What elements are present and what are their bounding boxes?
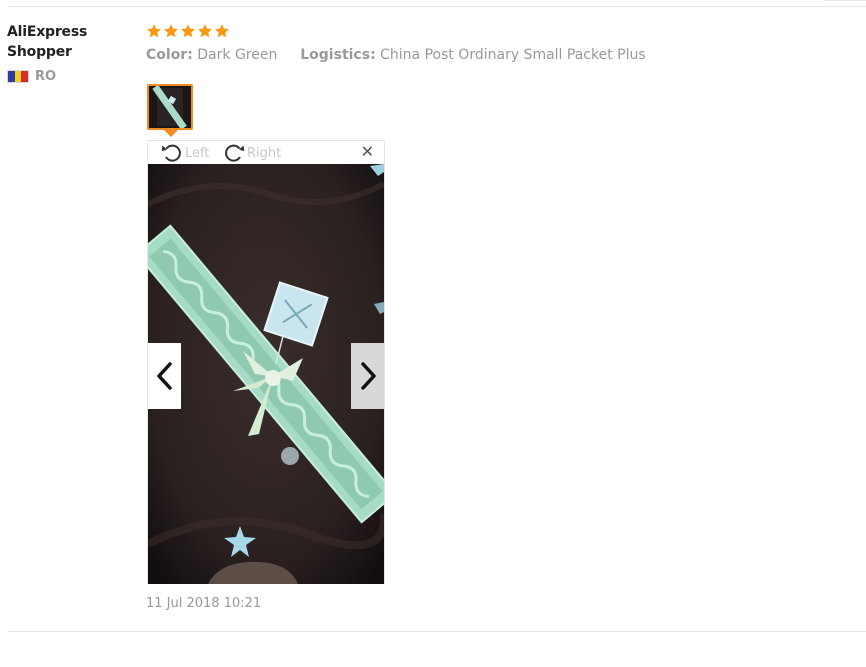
logistics-label: Logistics: bbox=[300, 47, 376, 63]
color-label: Color: bbox=[146, 47, 193, 63]
viewer-toolbar: Left Right ✕ bbox=[148, 141, 384, 164]
star-icon bbox=[181, 24, 195, 38]
chevron-right-icon bbox=[360, 362, 376, 390]
rotate-right-label: Right bbox=[247, 145, 282, 161]
top-divider-short bbox=[824, 0, 866, 1]
thumbnail-image bbox=[149, 86, 191, 128]
romania-flag-icon bbox=[7, 69, 29, 83]
next-photo-button[interactable] bbox=[351, 343, 384, 409]
country-code: RO bbox=[35, 68, 57, 84]
reviewer-country: RO bbox=[7, 67, 127, 85]
rotate-left-icon bbox=[161, 144, 181, 162]
star-icon bbox=[198, 24, 212, 38]
star-icon bbox=[164, 24, 178, 38]
top-divider bbox=[8, 6, 866, 7]
previous-photo-button[interactable] bbox=[148, 343, 181, 409]
review-photo-image bbox=[148, 164, 384, 584]
close-icon[interactable]: ✕ bbox=[361, 144, 374, 160]
review-content: Color: Dark Green Logistics: China Post … bbox=[146, 20, 646, 63]
logistics-value: China Post Ordinary Small Packet Plus bbox=[380, 47, 646, 63]
star-icon bbox=[147, 24, 161, 38]
rotate-right-icon bbox=[225, 144, 245, 162]
star-icon bbox=[215, 24, 229, 38]
rotate-left-label: Left bbox=[185, 145, 210, 161]
photo-viewer: Left Right ✕ bbox=[147, 140, 385, 584]
review-date: 11 Jul 2018 10:21 bbox=[146, 596, 262, 611]
reviewer-name: AliExpress Shopper bbox=[7, 24, 88, 60]
bottom-divider bbox=[8, 631, 866, 632]
rotate-left-button[interactable]: Left bbox=[160, 142, 209, 164]
color-value: Dark Green bbox=[197, 47, 278, 63]
rotate-right-button[interactable]: Right bbox=[222, 142, 281, 164]
thumbnail-pointer bbox=[164, 130, 178, 137]
star-rating bbox=[146, 20, 230, 42]
chevron-left-icon bbox=[156, 362, 172, 390]
review-photo-thumbnail[interactable] bbox=[147, 84, 193, 130]
order-attributes: Color: Dark Green Logistics: China Post … bbox=[146, 47, 646, 63]
review-photo bbox=[148, 164, 384, 584]
reviewer-info: AliExpress Shopper RO bbox=[7, 22, 127, 85]
